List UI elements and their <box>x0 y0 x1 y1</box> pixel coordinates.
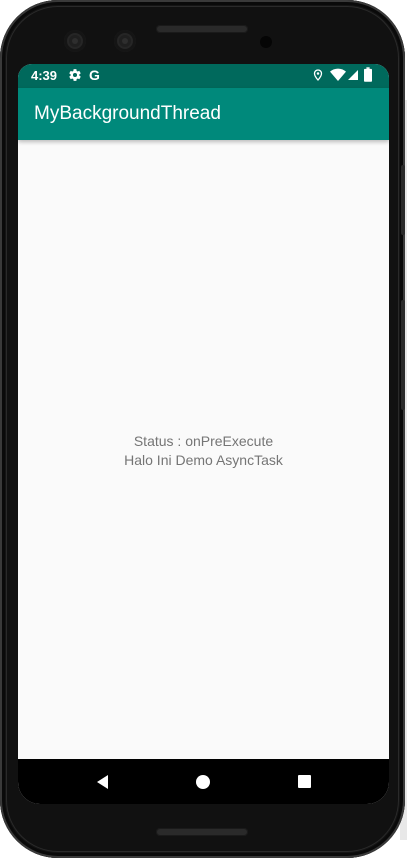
earpiece-speaker <box>156 25 248 33</box>
location-icon <box>312 68 324 85</box>
proximity-sensor <box>260 36 272 48</box>
status-time: 4:39 <box>31 68 58 83</box>
app-bar: MyBackgroundThread <box>18 88 389 140</box>
back-triangle-icon <box>97 775 108 789</box>
signal-icon <box>347 68 359 85</box>
google-icon: G <box>89 67 100 83</box>
power-button[interactable] <box>401 165 405 235</box>
recents-button[interactable] <box>290 767 320 797</box>
status-bar: 4:39 G <box>18 64 389 88</box>
wifi-icon <box>330 68 346 85</box>
recents-square-icon <box>298 775 311 788</box>
home-button[interactable] <box>188 767 218 797</box>
device-frame: 4:39 G MyBackgroundThread Status: onPre… <box>0 0 405 858</box>
screen: 4:39 G MyBackgroundThread Status: onPre… <box>18 64 389 804</box>
home-circle-icon <box>196 775 210 789</box>
status-text: Status : onPreExecute <box>133 433 274 449</box>
battery-icon <box>364 67 372 85</box>
settings-icon <box>68 68 82 85</box>
app-title: MyBackgroundThread <box>34 103 221 124</box>
front-camera-icon <box>64 30 86 52</box>
volume-button[interactable] <box>401 300 405 410</box>
bottom-speaker <box>156 828 248 836</box>
navigation-bar <box>18 759 389 804</box>
front-camera-icon <box>114 30 136 52</box>
back-button[interactable] <box>88 767 118 797</box>
message-text: Halo Ini Demo AsyncTask <box>124 452 283 468</box>
